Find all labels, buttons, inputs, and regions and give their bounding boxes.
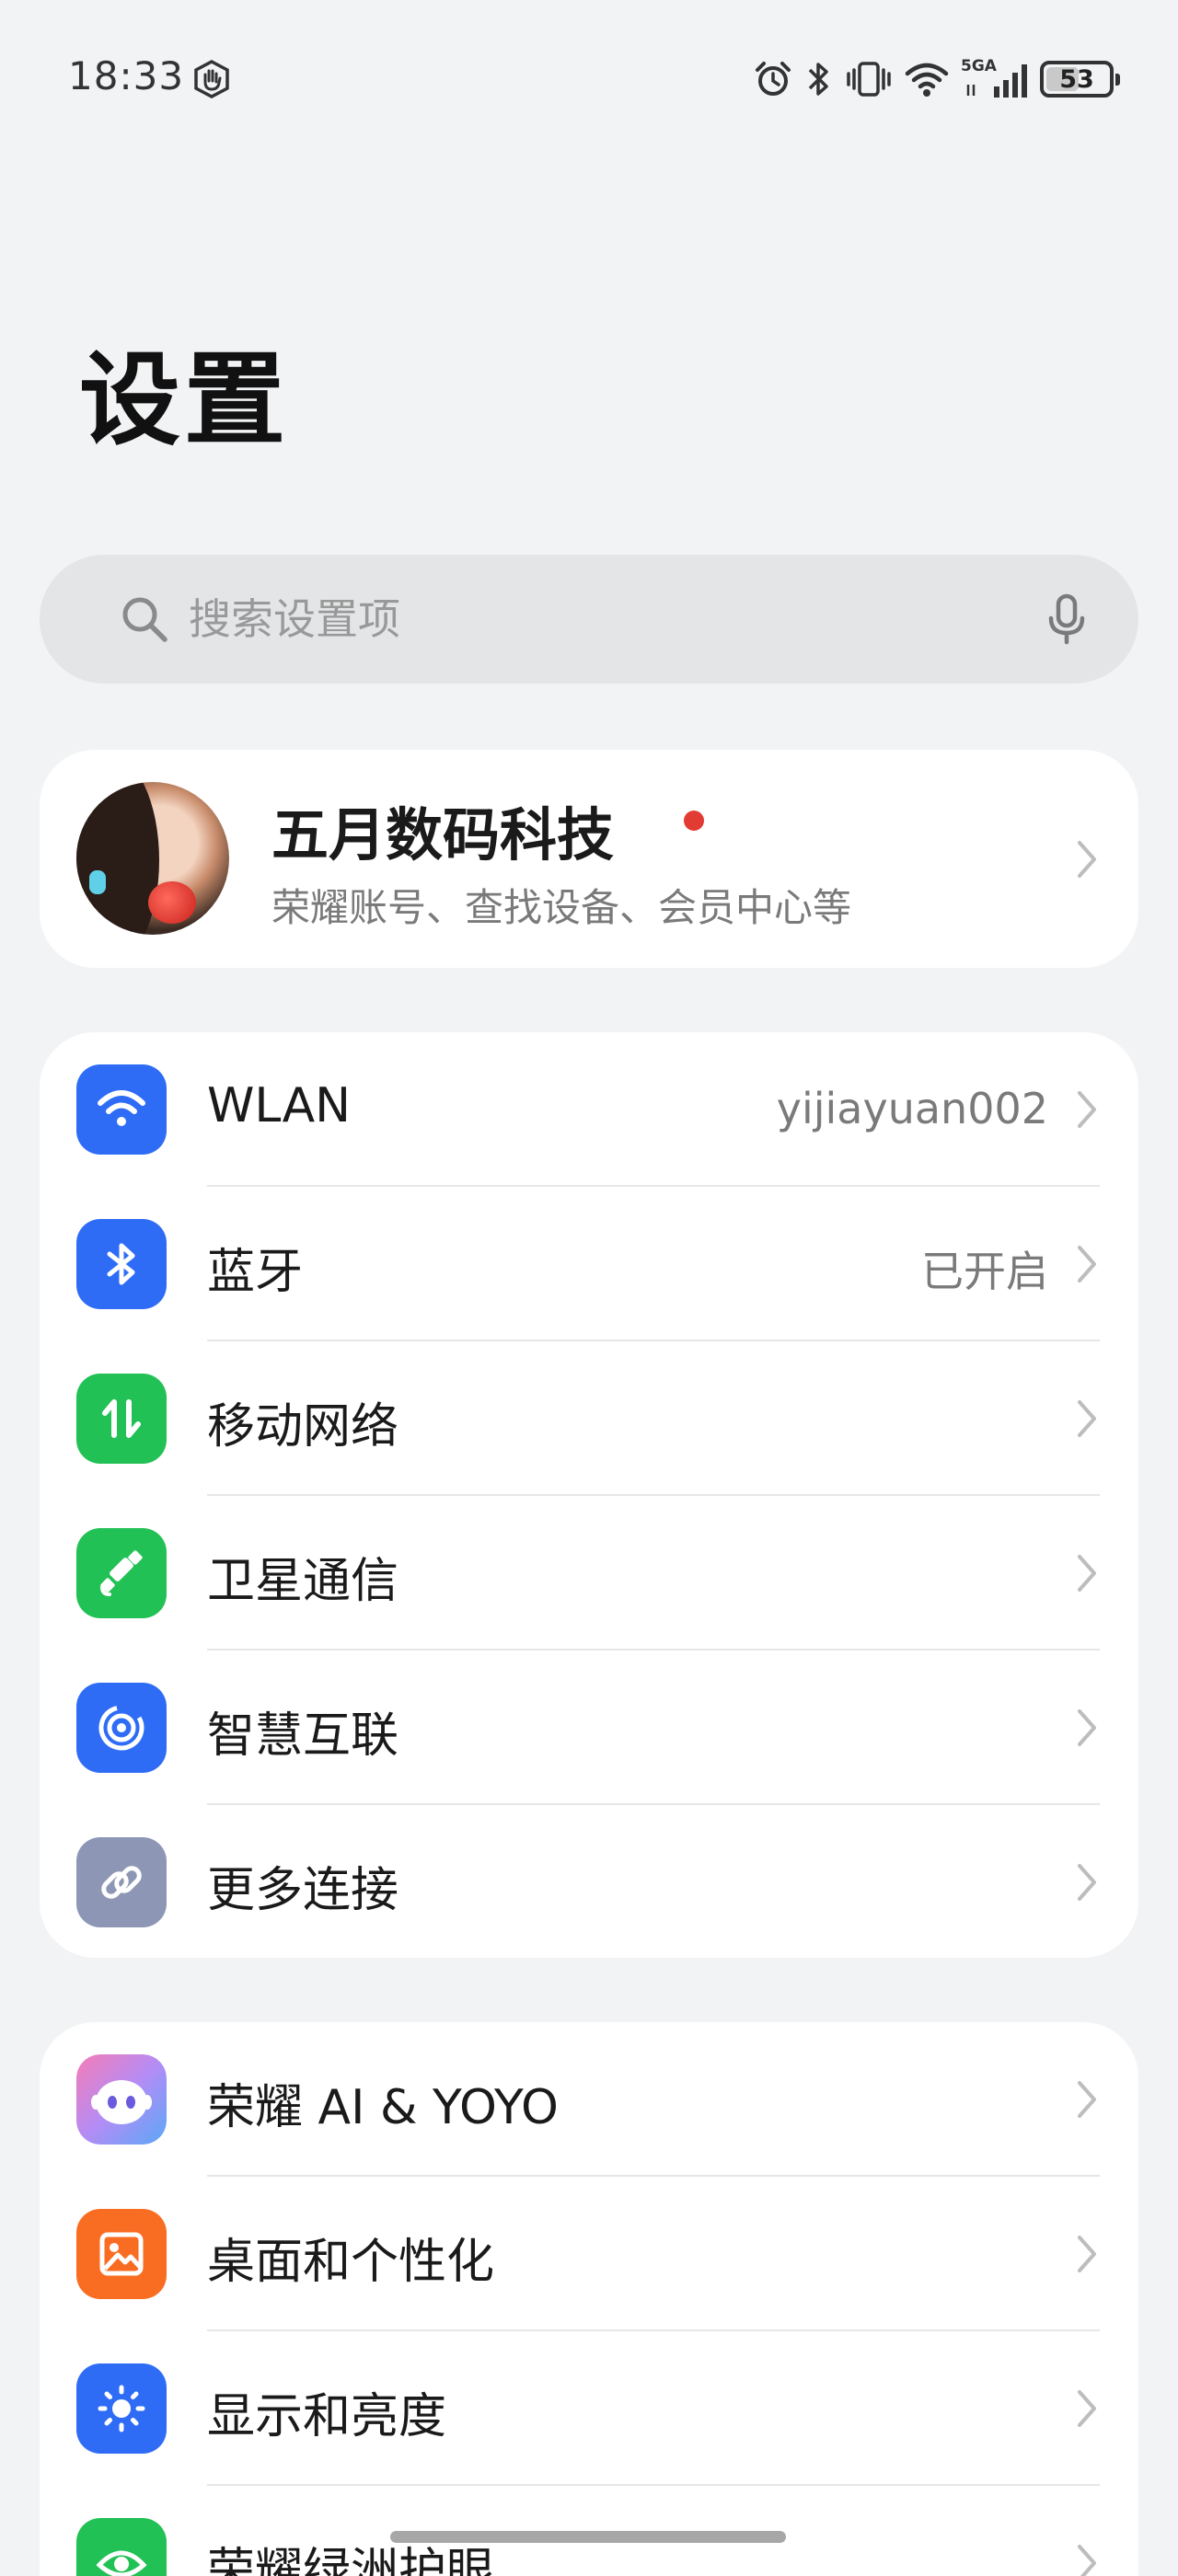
settings-row[interactable]: 移动网络 [40,1341,1138,1496]
status-bar: 18:33 5GA 53 [0,0,1178,156]
chevron-right-icon [1078,1400,1096,1437]
settings-row-label: WLAN [207,1078,352,1133]
settings-row[interactable]: 更多连接 [40,1805,1138,1958]
account-name: 五月数码科技 [271,801,615,868]
account-card[interactable]: 五月数码科技 荣耀账号、查找设备、会员中心等 [40,750,1138,968]
5ga-signal-icon: 5GA [961,57,1029,101]
vibrate-icon [847,62,891,97]
chevron-right-icon [1078,2390,1096,2427]
satellite-icon [76,1528,167,1618]
settings-row[interactable]: 智慧互联 [40,1650,1138,1805]
mobile-data-icon [76,1374,167,1464]
settings-row-label: 荣耀 AI & YOYO [207,2080,559,2135]
wifi-icon [76,1064,167,1155]
settings-row-label: 移动网络 [207,1399,399,1455]
home-indicator[interactable] [390,2531,786,2543]
bluetooth-icon [808,63,828,96]
yoyo-assistant-icon [76,2054,167,2145]
chevron-right-icon [1078,1864,1096,1901]
personalization-settings-card: 荣耀 AI & YOYO 桌面和个性化 显示和亮度 荣耀绿洲护眼 [40,2022,1138,2576]
settings-row-label: 桌面和个性化 [207,2235,495,2290]
status-time: 18:33 [68,53,185,98]
settings-row-value: 已开启 [921,1247,1048,1296]
search-bar[interactable] [40,555,1138,684]
settings-row-label: 智慧互联 [207,1708,399,1764]
wifi-icon [905,63,949,97]
bluetooth-icon [76,1219,167,1309]
image-icon [76,2209,167,2299]
settings-row-label: 蓝牙 [207,1245,304,1300]
settings-row[interactable]: 显示和亮度 [40,2331,1138,2486]
chevron-right-icon [1078,1246,1096,1282]
settings-row-label: 卫星通信 [207,1554,399,1609]
account-subtitle: 荣耀账号、查找设备、会员中心等 [271,885,852,930]
page-title: 设置 [79,341,289,459]
microphone-icon[interactable] [1037,590,1096,649]
brightness-icon [76,2363,167,2454]
settings-row[interactable]: 蓝牙 已开启 [40,1187,1138,1341]
smart-connect-icon [76,1683,167,1773]
settings-row-label: 显示和亮度 [207,2389,447,2444]
link-icon [76,1837,167,1927]
settings-row-label: 更多连接 [207,1863,399,1918]
settings-row[interactable]: WLAN yijiayuan002 [40,1032,1138,1187]
chevron-right-icon [1078,2236,1096,2272]
avatar [76,782,229,935]
settings-row[interactable]: 桌面和个性化 [40,2177,1138,2331]
search-icon [122,597,167,642]
chevron-right-icon [1078,841,1096,878]
chevron-right-icon [1078,1555,1096,1592]
search-input[interactable] [189,582,1063,656]
connectivity-settings-card: WLAN yijiayuan002 蓝牙 已开启移动网络卫星通信智慧互联更多连接 [40,1032,1138,1958]
battery-level-text: 53 [1059,64,1094,94]
eye-comfort-icon [76,2518,167,2576]
chevron-right-icon [1078,2081,1096,2118]
chevron-right-icon [1078,1709,1096,1746]
chevron-right-icon [1078,2545,1096,2576]
settings-row-value: yijiayuan002 [776,1084,1048,1133]
battery-icon: 53 [1040,61,1120,98]
settings-row[interactable]: 荣耀 AI & YOYO [40,2022,1138,2177]
chevron-right-icon [1078,1091,1096,1128]
settings-row[interactable]: 卫星通信 [40,1496,1138,1650]
gesture-hand-icon [194,60,229,98]
alarm-icon [756,62,791,96]
notification-dot [684,811,704,831]
